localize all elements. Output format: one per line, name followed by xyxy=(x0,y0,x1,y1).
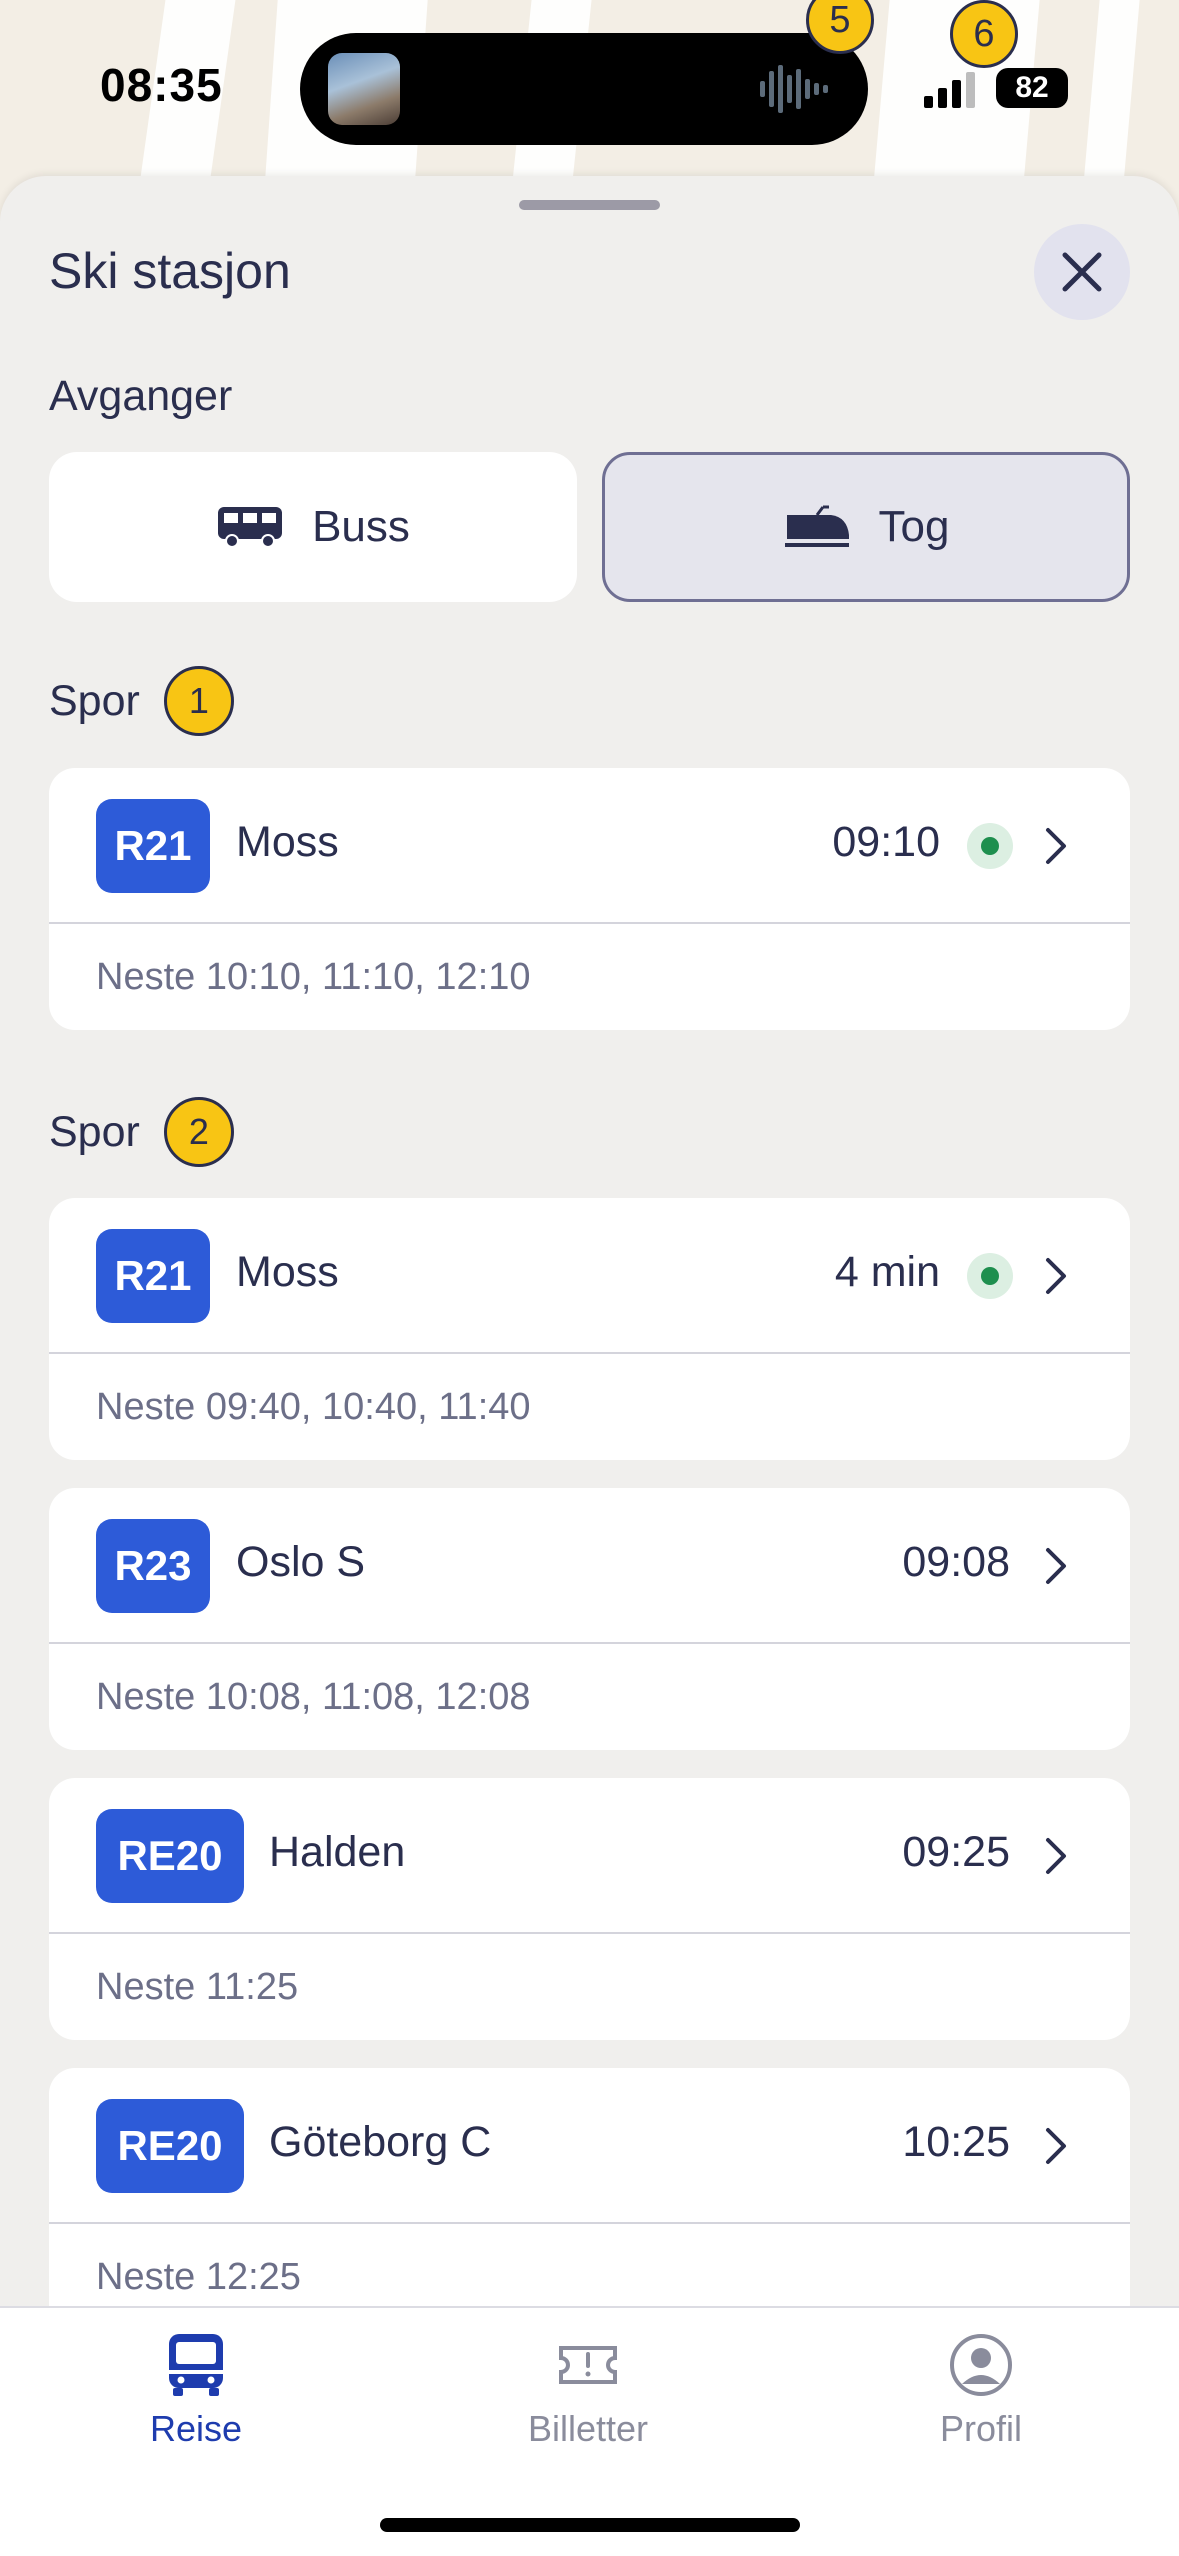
chevron-right-icon xyxy=(1046,1548,1066,1584)
chevron-right-icon xyxy=(1046,1258,1066,1294)
track-label: Spor xyxy=(49,1107,140,1156)
departure-row[interactable]: R21 Moss 4 min xyxy=(49,1198,1130,1354)
chevron-right-icon xyxy=(1046,2128,1066,2164)
now-playing-artwork xyxy=(328,53,400,125)
tab-label: Reise xyxy=(149,2408,243,2449)
line-badge: RE20 xyxy=(96,1809,244,1903)
next-departures: Neste 09:40, 10:40, 11:40 xyxy=(96,1385,531,1428)
stop-sheet: Ski stasjon Avganger Buss Tog Spor 1 R21… xyxy=(0,176,1179,2556)
sheet-grabber[interactable] xyxy=(519,200,660,210)
tab-profil[interactable]: Profil xyxy=(861,2330,1101,2450)
departure-card[interactable]: RE20 Göteborg C 10:25 Neste 12:25 xyxy=(49,2068,1130,2330)
chevron-right-icon xyxy=(1046,828,1066,864)
bus-icon xyxy=(218,507,283,548)
status-time: 08:35 xyxy=(100,59,223,111)
realtime-indicator xyxy=(967,823,1013,869)
line-badge: R21 xyxy=(96,799,210,893)
bus-icon xyxy=(169,2334,223,2396)
line-badge: R23 xyxy=(96,1519,210,1613)
track-label: Spor xyxy=(49,676,140,725)
battery-indicator: 82 xyxy=(996,68,1068,108)
line-badge: R21 xyxy=(96,1229,210,1323)
mode-train-button[interactable]: Tog xyxy=(602,452,1130,602)
ticket-icon xyxy=(559,2346,617,2384)
departures-label: Avganger xyxy=(49,372,233,420)
cellular-signal-icon xyxy=(924,72,975,108)
close-button[interactable] xyxy=(1034,224,1130,320)
destination: Oslo S xyxy=(236,1538,366,1586)
dynamic-island[interactable] xyxy=(300,33,868,145)
departure-time: 09:10 xyxy=(832,818,940,866)
destination: Halden xyxy=(269,1828,406,1876)
departure-row[interactable]: R23 Oslo S 09:08 xyxy=(49,1488,1130,1644)
map-marker-badge[interactable]: 6 xyxy=(950,0,1018,68)
departure-time: 09:08 xyxy=(902,1538,1010,1586)
track-heading: Spor 2 xyxy=(49,1097,234,1167)
line-badge: RE20 xyxy=(96,2099,244,2193)
next-departures: Neste 11:25 xyxy=(96,1965,299,2008)
home-indicator[interactable] xyxy=(380,2518,800,2532)
realtime-indicator xyxy=(967,1253,1013,1299)
mode-bus-button[interactable]: Buss xyxy=(49,452,577,602)
departure-card[interactable]: R21 Moss 09:10 Neste 10:10, 11:10, 12:10 xyxy=(49,768,1130,1030)
close-icon xyxy=(1062,252,1102,292)
destination: Moss xyxy=(236,818,339,866)
mode-bus-label: Buss xyxy=(312,502,410,551)
tab-label: Profil xyxy=(939,2408,1023,2449)
mode-train-label: Tog xyxy=(878,502,950,551)
page-title: Ski stasjon xyxy=(49,243,291,299)
departure-row[interactable]: RE20 Halden 09:25 xyxy=(49,1778,1130,1934)
chevron-right-icon xyxy=(1046,1838,1066,1874)
track-number-badge: 2 xyxy=(163,1097,234,1167)
departure-time: 09:25 xyxy=(902,1828,1010,1876)
departure-card[interactable]: RE20 Halden 09:25 Neste 11:25 xyxy=(49,1778,1130,2040)
profile-icon xyxy=(950,2334,1012,2396)
departure-card[interactable]: R23 Oslo S 09:08 Neste 10:08, 11:08, 12:… xyxy=(49,1488,1130,1750)
departure-card[interactable]: R21 Moss 4 min Neste 09:40, 10:40, 11:40 xyxy=(49,1198,1130,1460)
next-departures: Neste 10:10, 11:10, 12:10 xyxy=(96,955,531,998)
destination: Moss xyxy=(236,1248,339,1296)
departure-row[interactable]: RE20 Göteborg C 10:25 xyxy=(49,2068,1130,2224)
destination: Göteborg C xyxy=(269,2118,492,2166)
tab-reise[interactable]: Reise xyxy=(76,2330,316,2450)
departure-time: 4 min xyxy=(834,1248,940,1296)
tab-billetter[interactable]: Billetter xyxy=(468,2330,708,2450)
status-bar: 08:35 5 6 82 xyxy=(0,0,1179,170)
departure-time: 10:25 xyxy=(902,2118,1010,2166)
departure-row[interactable]: R21 Moss 09:10 xyxy=(49,768,1130,924)
train-icon xyxy=(784,505,849,547)
next-departures: Neste 10:08, 11:08, 12:08 xyxy=(96,1675,531,1718)
track-number-badge: 1 xyxy=(163,666,234,736)
track-heading: Spor 1 xyxy=(49,666,234,736)
audio-waveform-icon xyxy=(760,65,828,113)
tab-label: Billetter xyxy=(527,2408,649,2449)
